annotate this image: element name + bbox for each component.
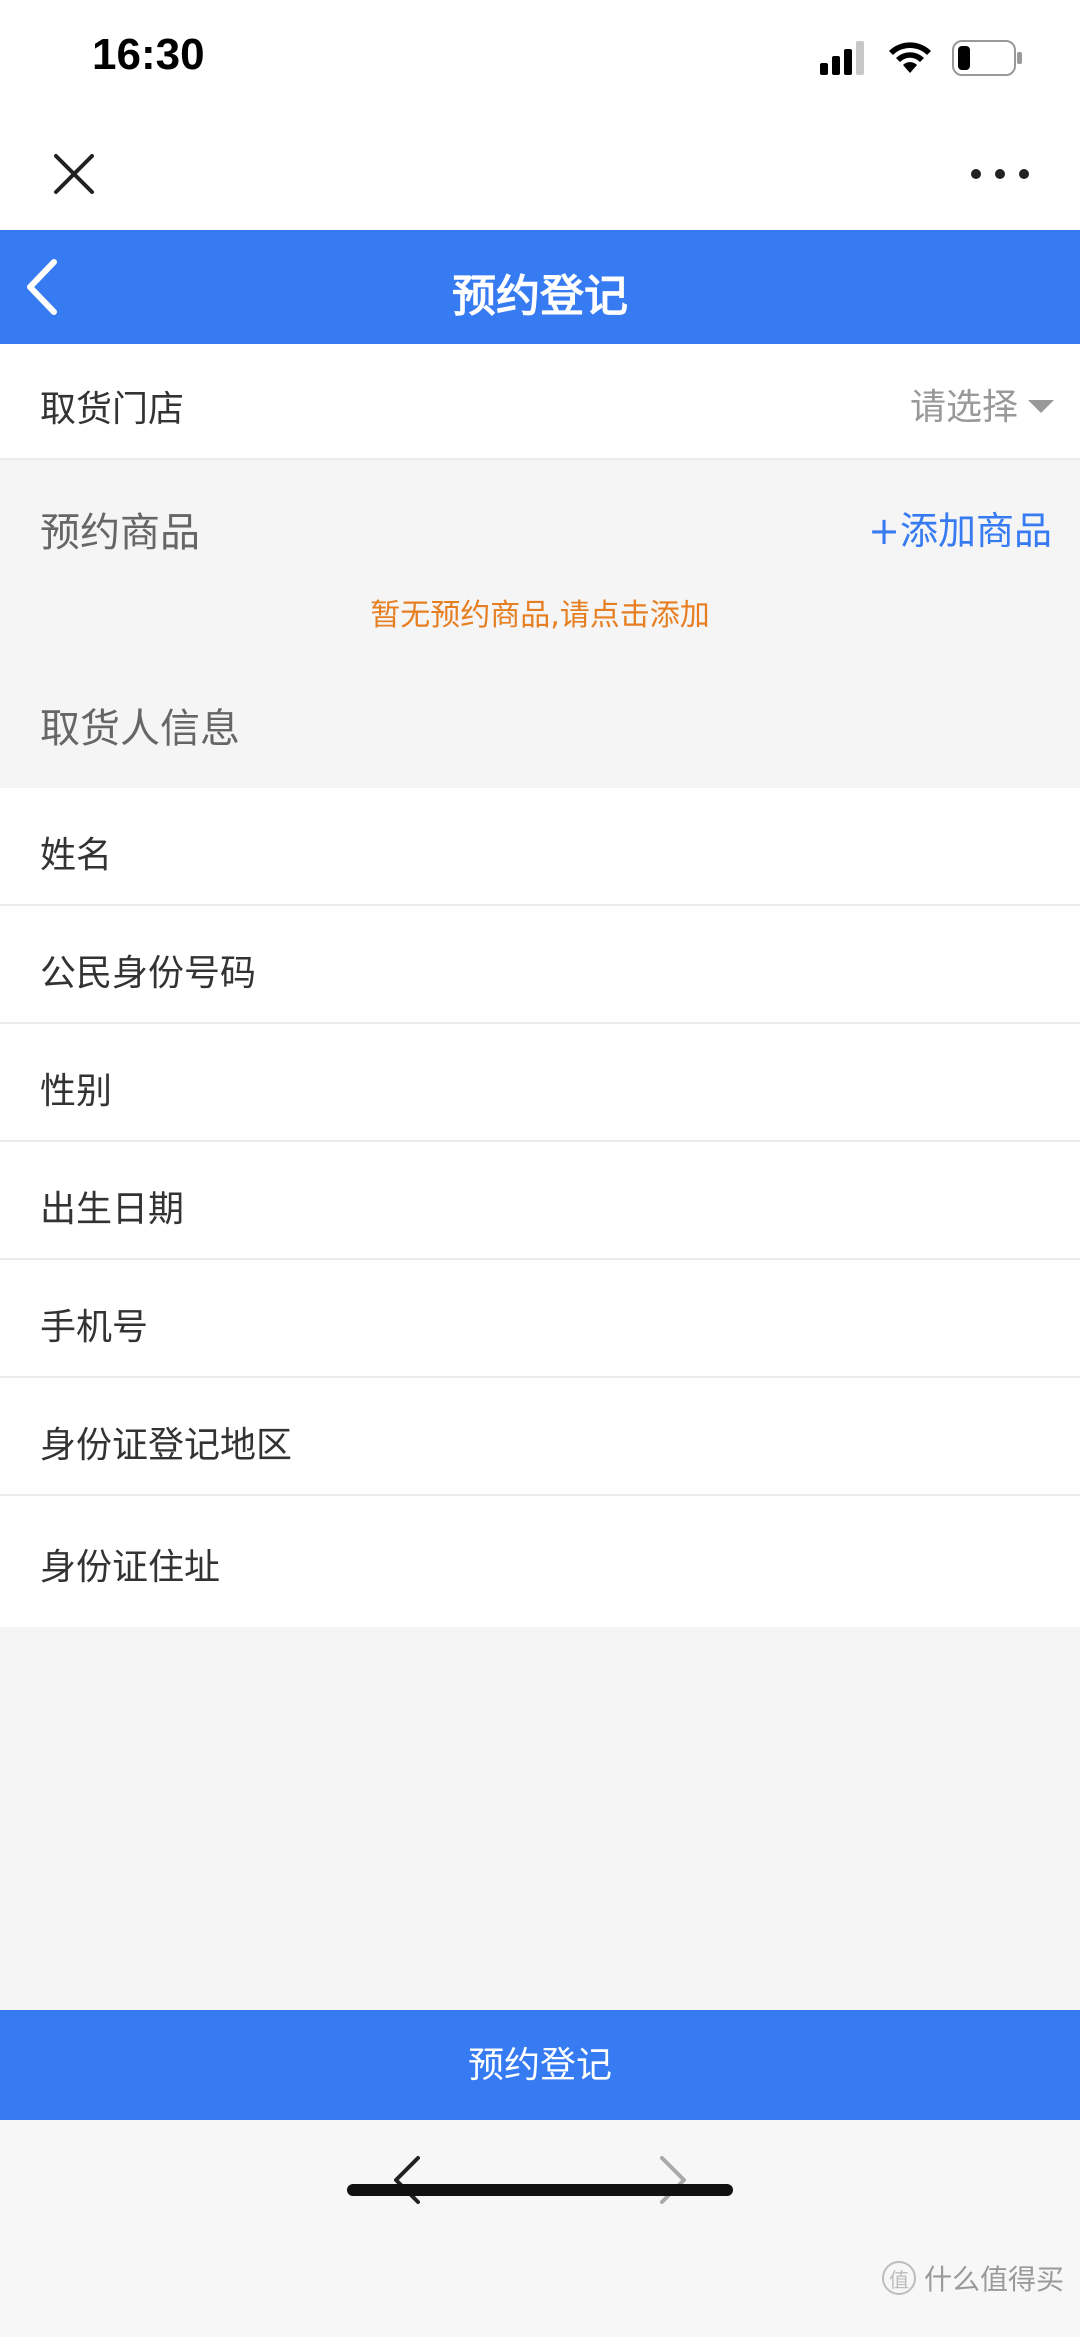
browser-back-button[interactable]: [380, 2150, 440, 2210]
goods-section: 预约商品 +添加商品 暂无预约商品,请点击添加 取货人信息: [0, 460, 1080, 788]
more-icon: [971, 169, 1029, 179]
goods-section-title: 预约商品: [40, 510, 200, 556]
store-select-placeholder: 请选择: [909, 387, 1018, 428]
field-label: 身份证登记地区: [40, 1425, 293, 1466]
field-gender[interactable]: 性别: [0, 1024, 1080, 1142]
page-header: 预约登记: [0, 230, 1080, 344]
empty-goods-hint[interactable]: 暂无预约商品,请点击添加: [0, 590, 1080, 634]
watermark-logo-icon: 值: [881, 2261, 916, 2295]
store-select[interactable]: 请选择: [910, 378, 1054, 430]
close-icon: [54, 154, 94, 194]
field-label: 身份证住址: [40, 1547, 221, 1588]
store-label: 取货门店: [40, 389, 185, 430]
browser-bottom-nav: [0, 2120, 1080, 2337]
close-button[interactable]: [44, 144, 104, 204]
pickup-section-title: 取货人信息: [40, 706, 240, 752]
arrow-right-icon: [660, 2156, 686, 2204]
field-label: 公民身份号码: [40, 953, 257, 994]
field-label: 性别: [40, 1071, 113, 1112]
field-label: 姓名: [40, 835, 113, 876]
status-time: 16:30: [92, 30, 205, 79]
caret-down-icon: [1028, 399, 1054, 413]
blank-area: [0, 1627, 1080, 2010]
home-indicator: [347, 2184, 733, 2196]
field-id-region[interactable]: 身份证登记地区: [0, 1378, 1080, 1496]
more-button[interactable]: [964, 144, 1036, 204]
field-label: 出生日期: [40, 1189, 185, 1230]
store-row[interactable]: 取货门店 请选择: [0, 344, 1080, 460]
status-bar: 16:30: [0, 0, 1080, 118]
field-label: 手机号: [40, 1307, 149, 1348]
submit-reservation-button[interactable]: 预约登记: [0, 2010, 1080, 2120]
top-nav: [0, 118, 1080, 230]
arrow-left-icon: [394, 2156, 420, 2204]
field-phone[interactable]: 手机号: [0, 1260, 1080, 1378]
watermark: 值 什么值得买: [881, 2258, 1064, 2298]
field-birth-date[interactable]: 出生日期: [0, 1142, 1080, 1260]
signal-icon: [820, 41, 864, 75]
field-id-address[interactable]: 身份证住址: [0, 1496, 1080, 1627]
watermark-text: 什么值得买: [923, 2263, 1064, 2296]
wifi-icon: [889, 42, 931, 73]
add-goods-button[interactable]: +添加商品: [868, 500, 1052, 555]
field-id-number[interactable]: 公民身份号码: [0, 906, 1080, 1024]
status-icons: [820, 38, 1024, 78]
page-title: 预约登记: [452, 271, 628, 322]
browser-forward-button[interactable]: [640, 2150, 700, 2210]
field-name[interactable]: 姓名: [0, 788, 1080, 906]
battery-icon: [952, 40, 1022, 76]
